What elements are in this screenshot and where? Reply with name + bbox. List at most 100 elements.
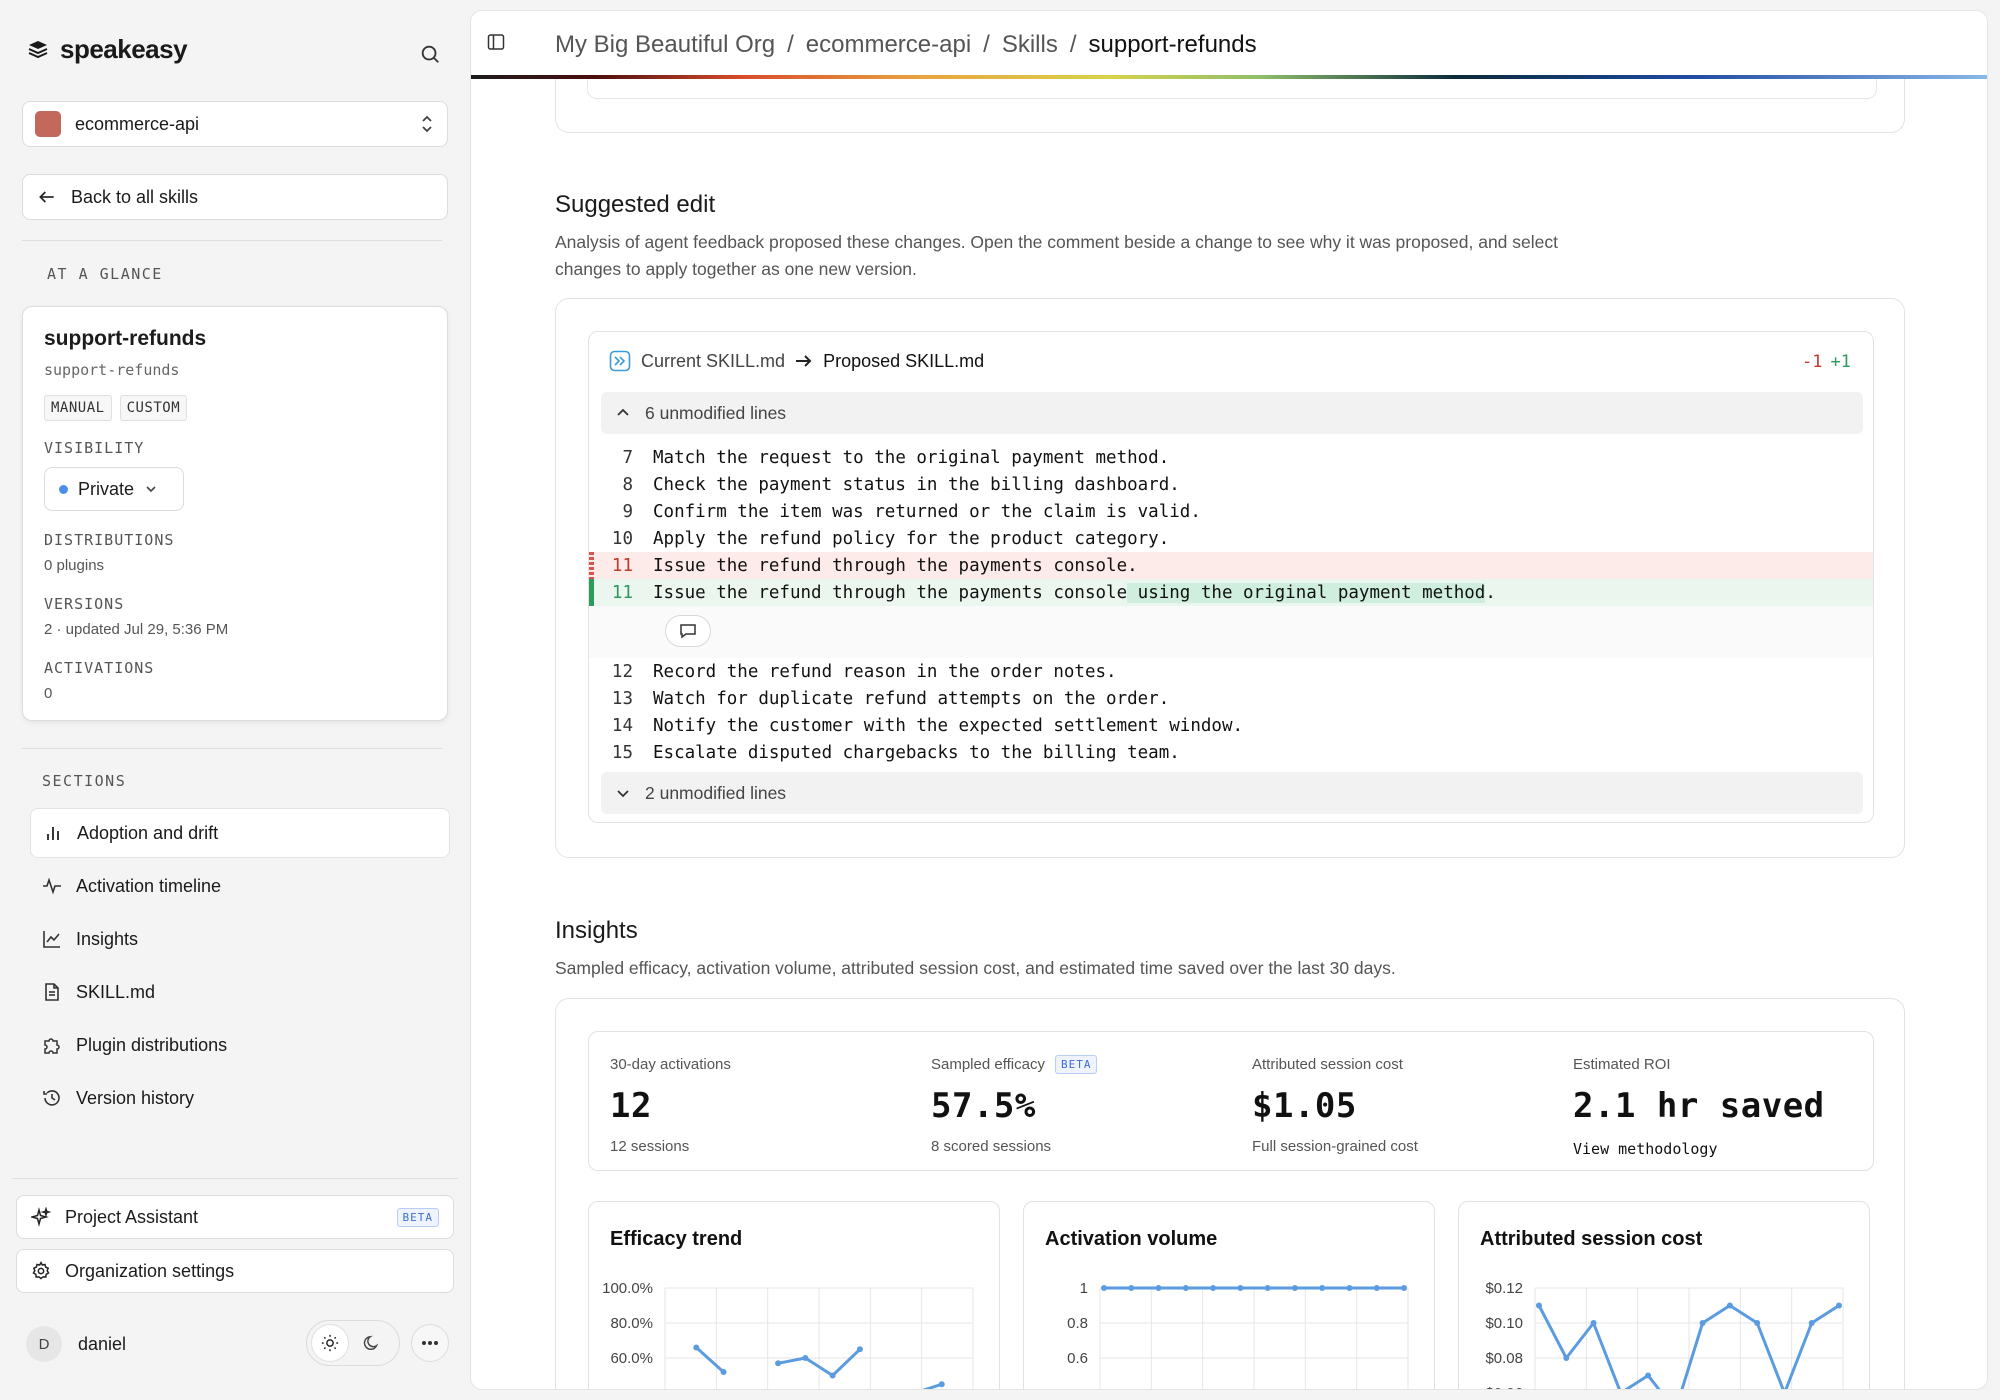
data-point [693, 1344, 700, 1351]
app-name: speakeasy [60, 34, 188, 64]
nav-item-activation-timeline[interactable]: Activation timeline [30, 861, 450, 911]
line-number: 14 [611, 715, 633, 736]
dark-theme-button[interactable] [353, 1324, 391, 1362]
sparkles-icon [31, 1207, 51, 1227]
comment-zone [589, 606, 1873, 658]
nav-item-plugin-distributions[interactable]: Plugin distributions [30, 1020, 450, 1070]
line-text: Notify the customer with the expected se… [653, 715, 1244, 736]
comment-icon [680, 624, 696, 639]
project-selector[interactable]: ecommerce-api [22, 101, 448, 147]
line-number: 13 [611, 688, 633, 709]
data-point [1373, 1285, 1380, 1291]
project-swatch [35, 111, 61, 137]
activation-volume-chart: Activation volume 1 0.8 0.6 [1023, 1201, 1435, 1389]
logo[interactable]: speakeasy [26, 34, 188, 65]
skill-tags: MANUAL CUSTOM [44, 395, 188, 421]
code-line: 14 Notify the customer with the expected … [589, 712, 1873, 739]
bar-chart-icon [47, 827, 59, 840]
open-comment-button[interactable] [665, 615, 711, 647]
expand-unmodified-bottom[interactable]: 2 unmodified lines [601, 772, 1863, 814]
fold-label: 6 unmodified lines [645, 402, 787, 423]
view-methodology-link[interactable]: View methodology [1573, 1140, 1873, 1158]
breadcrumb-skills[interactable]: Skills [1002, 31, 1058, 59]
toggle-sidebar-button[interactable] [487, 33, 505, 56]
y-tick-label: 80.0% [610, 1315, 653, 1332]
breadcrumb-project[interactable]: ecommerce-api [806, 31, 971, 59]
tag-custom: CUSTOM [119, 395, 188, 421]
data-point [802, 1355, 809, 1361]
organization-settings-button[interactable]: Organization settings [16, 1249, 454, 1293]
stat-value: 12 [610, 1086, 652, 1126]
sidebar: speakeasy ecommerce-api Back to all skil… [0, 0, 468, 1400]
current-file-name: Current SKILL.md [641, 350, 786, 371]
data-point [720, 1369, 727, 1375]
stat-label: Attributed session cost [1252, 1055, 1403, 1073]
light-theme-button[interactable] [311, 1324, 349, 1362]
more-options-button[interactable] [411, 1324, 449, 1362]
theme-toggle [306, 1320, 400, 1366]
user-menu[interactable]: D daniel [26, 1326, 126, 1362]
history-icon [43, 1090, 60, 1106]
divider [22, 240, 442, 241]
chevron-down-icon [146, 486, 156, 493]
removed-count: -1 [1802, 352, 1823, 372]
added-marker [589, 579, 594, 606]
breadcrumb-org[interactable]: My Big Beautiful Org [555, 31, 775, 59]
stat-value: $1.05 [1252, 1086, 1357, 1126]
puzzle-icon [44, 1038, 60, 1054]
session-cost-chart: Attributed session cost $0.12 $0.10 $0.08 $… [1458, 1201, 1870, 1389]
nav-label: Insights [76, 928, 139, 949]
data-point [775, 1360, 782, 1367]
nav-label: Adoption and drift [77, 822, 219, 843]
back-to-skills-button[interactable]: Back to all skills [22, 174, 448, 220]
activations-label: ACTIVATIONS [44, 659, 155, 677]
arrow-right-icon [796, 355, 812, 367]
data-point [1726, 1302, 1733, 1309]
code-line: 13 Watch for duplicate refund attempts on… [589, 685, 1873, 712]
diff-viewer: Current SKILL.md Proposed SKILL.md -1 +1 … [588, 331, 1874, 823]
diff-counts: -1 +1 [1802, 352, 1851, 372]
search-button[interactable] [416, 40, 444, 68]
data-point [1264, 1285, 1271, 1291]
data-point [1699, 1320, 1706, 1326]
data-point [1645, 1372, 1652, 1379]
line-number: 10 [611, 528, 633, 549]
data-point [1128, 1285, 1135, 1291]
y-tick-label: 0.8 [1067, 1315, 1088, 1332]
line-text: Match the request to the original paymen… [653, 447, 1170, 468]
removed-line[interactable]: 11 Issue the refund through the payments … [589, 552, 1873, 579]
visibility-dropdown[interactable]: Private [44, 467, 184, 511]
nav-label: Plugin distributions [76, 1034, 228, 1055]
breadcrumb-separator: / [1069, 31, 1077, 58]
line-text: Watch for duplicate refund attempts on t… [653, 688, 1170, 709]
nav-item-skill-md[interactable]: SKILL.md [30, 967, 450, 1017]
added-count: +1 [1830, 352, 1851, 372]
line-number: 11 [611, 555, 633, 576]
nav-item-version-history[interactable]: Version history [30, 1073, 450, 1123]
line-text: Confirm the item was returned or the cla… [653, 501, 1201, 522]
nav-item-insights[interactable]: Insights [30, 914, 450, 964]
chart-plot: 100.0% 80.0% 60.0% [602, 1280, 974, 1389]
added-line[interactable]: 11 Issue the refund through the payments … [589, 579, 1873, 606]
chart-title: Activation volume [1045, 1228, 1218, 1250]
stat-sub: 8 scored sessions [931, 1138, 1052, 1155]
moon-icon [363, 1335, 379, 1350]
data-point [1155, 1285, 1162, 1291]
y-tick-label: $0.08 [1485, 1350, 1523, 1367]
code-line: 8 Check the payment status in the billing… [589, 471, 1873, 498]
diff-file-icon [609, 350, 631, 372]
project-assistant-button[interactable]: Project Assistant BETA [16, 1195, 454, 1239]
back-label: Back to all skills [71, 186, 199, 207]
main-panel: My Big Beautiful Org / ecommerce-api / S… [470, 10, 1988, 1390]
insights-card: 30-day activations 12 12 sessions Sample… [555, 998, 1905, 1389]
efficacy-trend-chart: Efficacy trend 100.0% 80.0% 60.0% [588, 1201, 1000, 1389]
beta-badge: BETA [1054, 1054, 1098, 1074]
line-number: 12 [611, 661, 633, 682]
added-highlight: using the original payment method [1127, 582, 1486, 603]
user-name: daniel [78, 1333, 127, 1354]
data-point [1237, 1285, 1244, 1291]
insights-description: Sampled efficacy, activation volume, att… [555, 958, 1396, 978]
expand-unmodified-top[interactable]: 6 unmodified lines [601, 392, 1863, 434]
nav-item-adoption[interactable]: Adoption and drift [30, 808, 450, 858]
line-number: 7 [622, 447, 633, 468]
